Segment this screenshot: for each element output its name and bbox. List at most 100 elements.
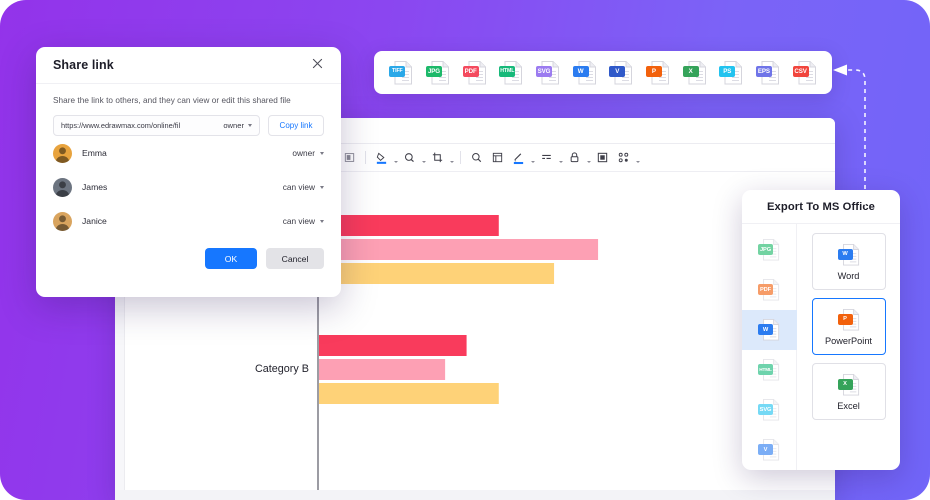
export-card-excel[interactable]: X Excel xyxy=(811,363,886,420)
file-badge-pdf: PDF xyxy=(462,65,479,77)
export-card-label: PowerPoint xyxy=(825,335,872,346)
caret-small-icon[interactable] xyxy=(448,147,455,168)
file-badge-w: W xyxy=(837,248,853,260)
file-icon-x[interactable]: X xyxy=(837,373,860,397)
file-badge-svg: SVG xyxy=(535,65,552,77)
file-icon-html[interactable]: HTML xyxy=(758,358,780,382)
category-label: Category B xyxy=(255,363,309,375)
file-icon-svg[interactable]: SVG xyxy=(758,398,780,422)
file-icon-x[interactable]: X xyxy=(682,60,707,86)
export-rail-item-jpg[interactable]: JPG xyxy=(742,230,797,270)
bar-category-a-series-3 xyxy=(319,263,555,284)
export-rail-item-svg[interactable]: SVG xyxy=(742,390,797,430)
file-icon-p[interactable]: P xyxy=(837,308,860,332)
page-setup-icon[interactable] xyxy=(487,147,508,168)
cancel-button[interactable]: Cancel xyxy=(266,248,324,269)
copy-link-button[interactable]: Copy link xyxy=(268,115,324,136)
position-icon[interactable] xyxy=(339,147,360,168)
file-icon-svg[interactable]: SVG xyxy=(535,60,560,86)
person-name: James xyxy=(82,182,108,192)
file-icon-v[interactable]: V xyxy=(758,438,780,462)
file-format-bar: TIFF JPG PDF HTML SVG W V P X PS EPS CSV xyxy=(374,51,832,94)
person-name: Janice xyxy=(82,216,107,226)
person-name: Emma xyxy=(82,148,107,158)
file-badge-ps: PS xyxy=(719,65,736,77)
file-badge-jpg: JPG xyxy=(758,244,773,255)
zoom-icon[interactable] xyxy=(466,147,487,168)
bar-category-a-series-2 xyxy=(319,239,599,260)
export-format-rail: JPG PDF W HTML SVG V xyxy=(742,224,797,470)
chevron-down-icon xyxy=(320,219,324,223)
file-badge-jpg: JPG xyxy=(425,65,442,77)
avatar xyxy=(53,143,72,163)
file-icon-v[interactable]: V xyxy=(609,60,633,86)
avatar xyxy=(53,177,72,197)
shared-person-row: Emma owner xyxy=(36,136,341,170)
file-icon-ps[interactable]: PS xyxy=(719,60,743,86)
share-dialog-subtitle: Share the link to others, and they can v… xyxy=(53,96,291,105)
export-card-word[interactable]: W Word xyxy=(811,233,886,290)
share-link-input[interactable]: https://www.edrawmax.com/online/fil owne… xyxy=(53,115,260,136)
file-badge-eps: EPS xyxy=(755,65,772,77)
shared-person-row: Janice can view xyxy=(36,204,341,238)
lock-icon[interactable] xyxy=(564,147,585,168)
export-rail-item-v[interactable]: V xyxy=(742,430,797,470)
line-color-icon[interactable] xyxy=(508,147,529,168)
caret-small-icon[interactable] xyxy=(634,147,641,168)
person-permission-dropdown[interactable]: owner xyxy=(292,148,324,158)
frame-icon[interactable] xyxy=(592,147,613,168)
export-rail-item-w[interactable]: W xyxy=(742,310,797,350)
file-badge-p: P xyxy=(645,65,662,77)
fill-color-icon[interactable] xyxy=(371,147,392,168)
file-badge-pdf: PDF xyxy=(758,284,773,295)
file-badge-v: V xyxy=(609,65,626,77)
file-icon-jpg[interactable]: JPG xyxy=(425,60,450,86)
dialog-title: Share link xyxy=(53,58,114,72)
export-card-label: Excel xyxy=(837,400,860,411)
file-badge-x: X xyxy=(837,378,853,390)
toolbar-separator xyxy=(460,151,461,164)
file-icon-w[interactable]: W xyxy=(837,243,860,267)
caret-small-icon[interactable] xyxy=(420,147,427,168)
file-icon-csv[interactable]: CSV xyxy=(792,60,817,86)
file-icon-pdf[interactable]: PDF xyxy=(758,278,780,302)
export-rail-item-pdf[interactable]: PDF xyxy=(742,270,797,310)
crop-icon[interactable] xyxy=(427,147,448,168)
file-icon-html[interactable]: HTML xyxy=(499,60,523,86)
person-permission-dropdown[interactable]: can view xyxy=(283,216,324,226)
file-badge-html: HTML xyxy=(758,364,773,375)
file-icon-eps[interactable]: EPS xyxy=(755,60,780,86)
close-icon[interactable] xyxy=(311,57,327,73)
file-badge-html: HTML xyxy=(499,65,516,77)
line-style-icon[interactable] xyxy=(536,147,557,168)
person-permission-dropdown[interactable]: can view xyxy=(283,182,324,192)
export-to-ms-office-panel: Export To MS Office JPG PDF W HTML SVG V W Wor… xyxy=(742,190,900,470)
shadow-icon[interactable] xyxy=(399,147,420,168)
export-panel-body: JPG PDF W HTML SVG V W Word P PowerPoint X Excel xyxy=(742,224,900,470)
export-card-powerpoint[interactable]: P PowerPoint xyxy=(811,298,886,355)
file-icon-w[interactable]: W xyxy=(758,318,780,342)
file-icon-p[interactable]: P xyxy=(645,60,670,86)
file-icon-jpg[interactable]: JPG xyxy=(758,238,780,262)
person-permission-label: can view xyxy=(282,182,315,192)
avatar xyxy=(53,211,72,231)
file-icon-tiff[interactable]: TIFF xyxy=(389,60,413,86)
export-rail-item-html[interactable]: HTML xyxy=(742,350,797,390)
link-permission-dropdown[interactable]: owner xyxy=(217,121,252,130)
person-permission-label: can view xyxy=(282,216,315,226)
settings-icon[interactable] xyxy=(613,147,634,168)
bar-category-a-series-1 xyxy=(319,215,499,236)
file-icon-w[interactable]: W xyxy=(572,60,597,86)
file-icon-pdf[interactable]: PDF xyxy=(462,60,487,86)
share-dialog-header: Share link xyxy=(36,47,341,84)
caret-small-icon[interactable] xyxy=(557,147,564,168)
file-badge-svg: SVG xyxy=(758,404,773,415)
ok-button[interactable]: OK xyxy=(205,248,257,269)
bar-category-b-series-3 xyxy=(319,383,499,404)
caret-small-icon[interactable] xyxy=(585,147,592,168)
file-badge-v: V xyxy=(758,444,773,455)
file-badge-w: W xyxy=(758,324,773,335)
caret-small-icon[interactable] xyxy=(529,147,536,168)
caret-small-icon[interactable] xyxy=(392,147,399,168)
screenshot-root: Help xyxy=(0,0,930,500)
